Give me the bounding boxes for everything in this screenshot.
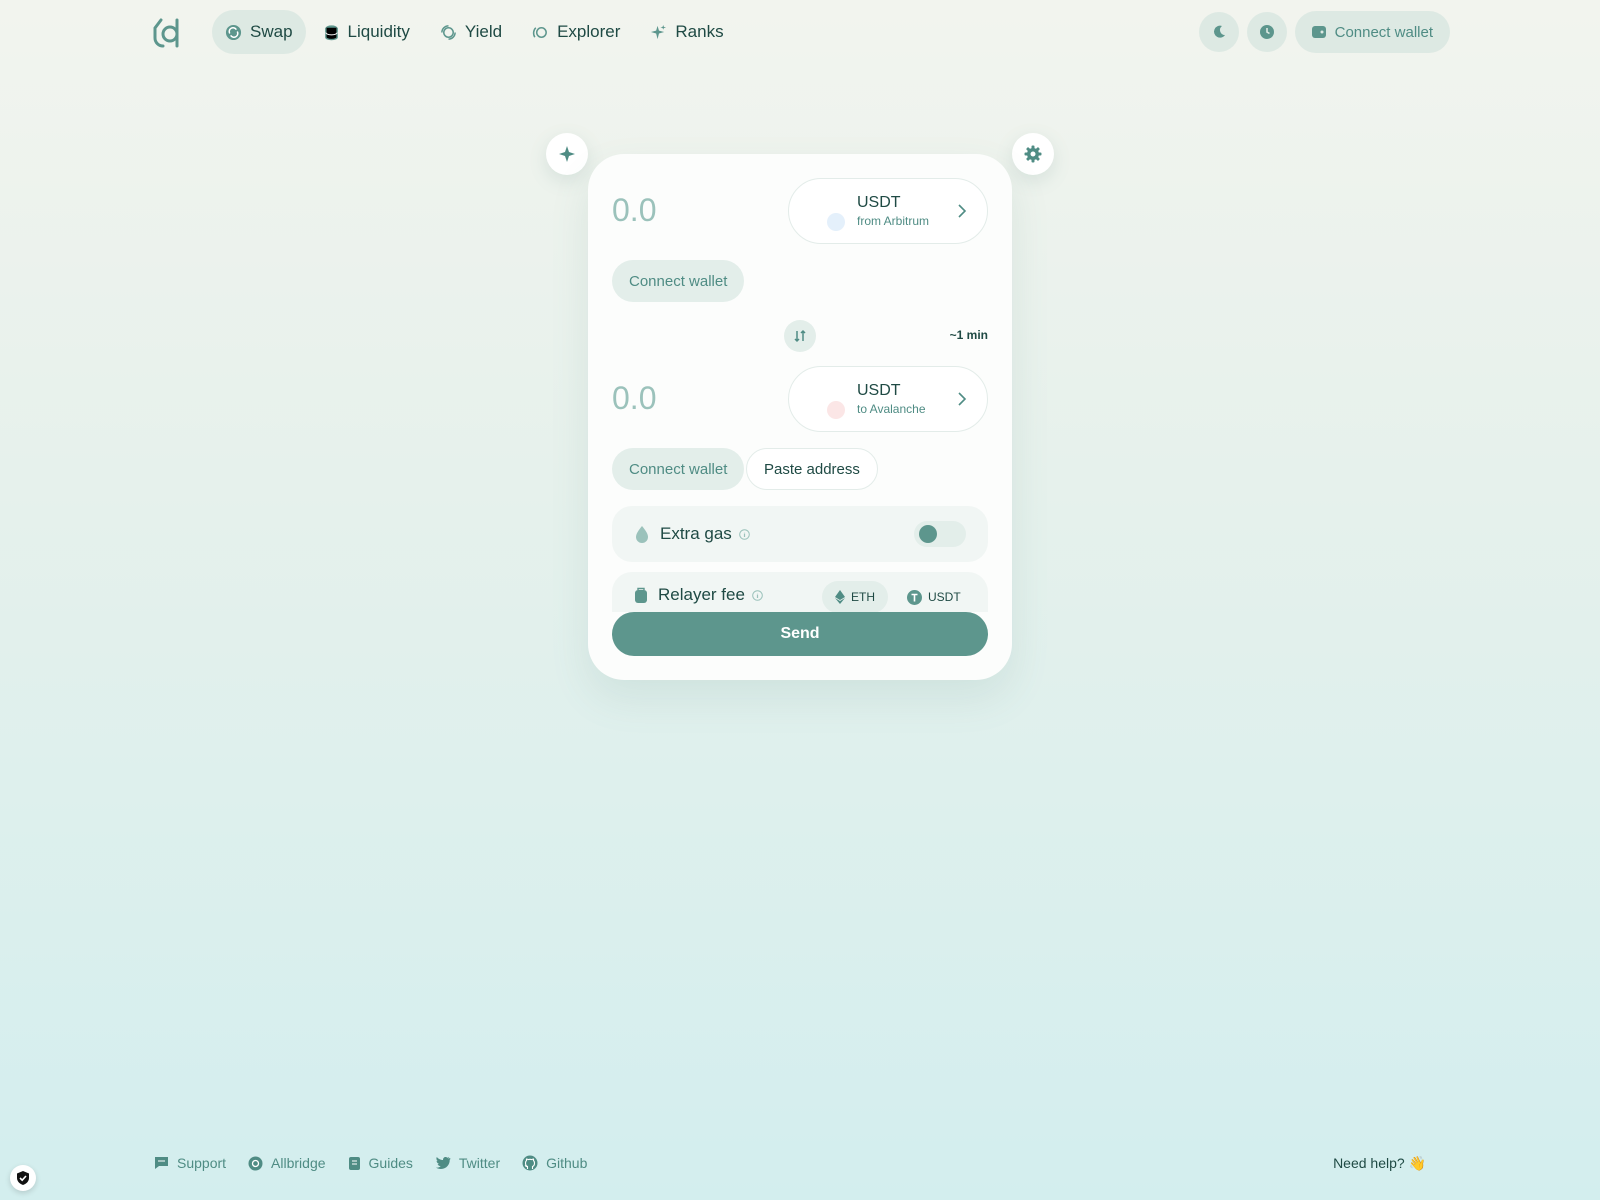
fee-option-label: ETH: [851, 590, 875, 604]
fee-option-eth[interactable]: ETH: [822, 581, 888, 612]
clock-icon: [1259, 25, 1274, 39]
drop-icon: [636, 526, 648, 543]
moon-icon: [1213, 25, 1225, 38]
to-token-selector[interactable]: USDT to Avalanche: [788, 366, 988, 432]
nav-liquidity[interactable]: Liquidity: [310, 10, 423, 54]
swap-card: 0.0 USDT from Arbitrum Connect wallet ~1…: [588, 154, 1012, 680]
top-header: Swap Liquidity Yield Explorer Ranks Conn…: [150, 10, 1450, 54]
toggle-knob: [919, 525, 937, 543]
estimated-time: ~1 min: [949, 328, 988, 342]
need-help-link[interactable]: Need help? 👋: [1333, 1155, 1426, 1172]
to-chain-name: to Avalanche: [857, 402, 926, 416]
swap-direction-button[interactable]: [784, 320, 816, 352]
to-token-text: USDT to Avalanche: [857, 382, 926, 416]
allbridge-icon: [248, 1156, 263, 1170]
extra-gas-row: Extra gas: [612, 506, 988, 562]
wallet-icon: [1311, 26, 1326, 38]
swap-arrows-icon: [794, 329, 806, 343]
footer-link-label: Support: [177, 1155, 227, 1171]
footer-link-label: Twitter: [458, 1155, 501, 1171]
paste-address-button[interactable]: Paste address: [746, 448, 878, 490]
nav-swap[interactable]: Swap: [212, 10, 306, 54]
extra-gas-toggle[interactable]: [914, 521, 966, 547]
from-amount-input[interactable]: 0.0: [612, 192, 656, 229]
to-amount-input[interactable]: 0.0: [612, 380, 656, 417]
yield-icon: [441, 24, 456, 40]
from-connect-wallet-button[interactable]: Connect wallet: [612, 260, 745, 302]
footer-link-support[interactable]: Support: [154, 1155, 226, 1171]
main-nav: Swap Liquidity Yield Explorer Ranks: [212, 10, 737, 54]
nav-explorer[interactable]: Explorer: [519, 10, 633, 54]
history-button[interactable]: [1246, 12, 1287, 52]
nav-yield[interactable]: Yield: [427, 10, 515, 54]
theme-toggle-button[interactable]: [1198, 12, 1239, 52]
nav-ranks[interactable]: Ranks: [637, 10, 736, 54]
footer-link-label: Github: [546, 1155, 588, 1171]
footer-link-label: Allbridge: [271, 1155, 326, 1171]
nav-label: Explorer: [557, 22, 621, 41]
twitter-icon: [435, 1157, 451, 1169]
info-icon[interactable]: [739, 528, 750, 540]
footer-link-twitter[interactable]: Twitter: [435, 1155, 500, 1171]
footer-link-guides[interactable]: Guides: [348, 1155, 413, 1171]
fee-option-usdt[interactable]: USDT: [894, 581, 974, 612]
footer-link-allbridge[interactable]: Allbridge: [248, 1155, 326, 1171]
shield-check-icon: [17, 1171, 29, 1185]
ai-assistant-button[interactable]: [546, 133, 588, 175]
send-button[interactable]: Send: [612, 612, 988, 656]
to-token-name: USDT: [857, 382, 901, 399]
fee-bag-icon: [635, 587, 647, 603]
book-icon: [348, 1156, 360, 1170]
chat-icon: [155, 1157, 168, 1169]
logo-icon: [153, 18, 179, 48]
relayer-fee-row: Relayer fee ETH USDT: [612, 572, 988, 612]
coins-stack-icon: [324, 24, 338, 40]
header-connect-wallet-button[interactable]: Connect wallet: [1294, 11, 1450, 53]
from-token-selector[interactable]: USDT from Arbitrum: [788, 178, 988, 244]
footer-link-github[interactable]: Github: [522, 1155, 587, 1171]
nav-label: Liquidity: [347, 22, 410, 41]
nav-label: Swap: [250, 22, 293, 41]
extra-gas-label: Extra gas: [660, 524, 732, 543]
relayer-fee-label: Relayer fee: [658, 585, 745, 604]
from-chain-dot: [827, 213, 845, 231]
tether-icon: [907, 589, 922, 605]
connect-wallet-label: Connect wallet: [1334, 23, 1433, 41]
fee-option-label: USDT: [928, 590, 961, 604]
to-connect-wallet-button[interactable]: Connect wallet: [612, 448, 745, 490]
sparkle-icon: [651, 24, 667, 39]
nav-label: Ranks: [675, 22, 724, 41]
github-icon: [522, 1155, 538, 1171]
sparkle-icon: [559, 146, 575, 162]
from-chain-name: from Arbitrum: [857, 214, 930, 228]
eth-icon: [835, 590, 845, 604]
to-chain-dot: [827, 401, 845, 419]
header-actions: Connect wallet: [1198, 11, 1450, 53]
settings-button[interactable]: [1012, 133, 1054, 175]
allbridge-logo[interactable]: [150, 15, 184, 49]
chevron-right-icon: [958, 392, 967, 406]
footer-link-label: Guides: [368, 1155, 413, 1171]
info-icon[interactable]: [752, 590, 763, 601]
swap-circle-icon: [225, 24, 242, 40]
explorer-icon: [532, 26, 548, 38]
from-token-text: USDT from Arbitrum: [857, 194, 929, 228]
from-token-name: USDT: [857, 194, 901, 211]
gear-icon: [1024, 145, 1042, 163]
chevron-right-icon: [958, 204, 967, 218]
footer: Support Allbridge Guides Twitter Github …: [154, 1150, 1426, 1176]
security-badge[interactable]: [10, 1165, 36, 1191]
nav-label: Yield: [464, 22, 503, 41]
